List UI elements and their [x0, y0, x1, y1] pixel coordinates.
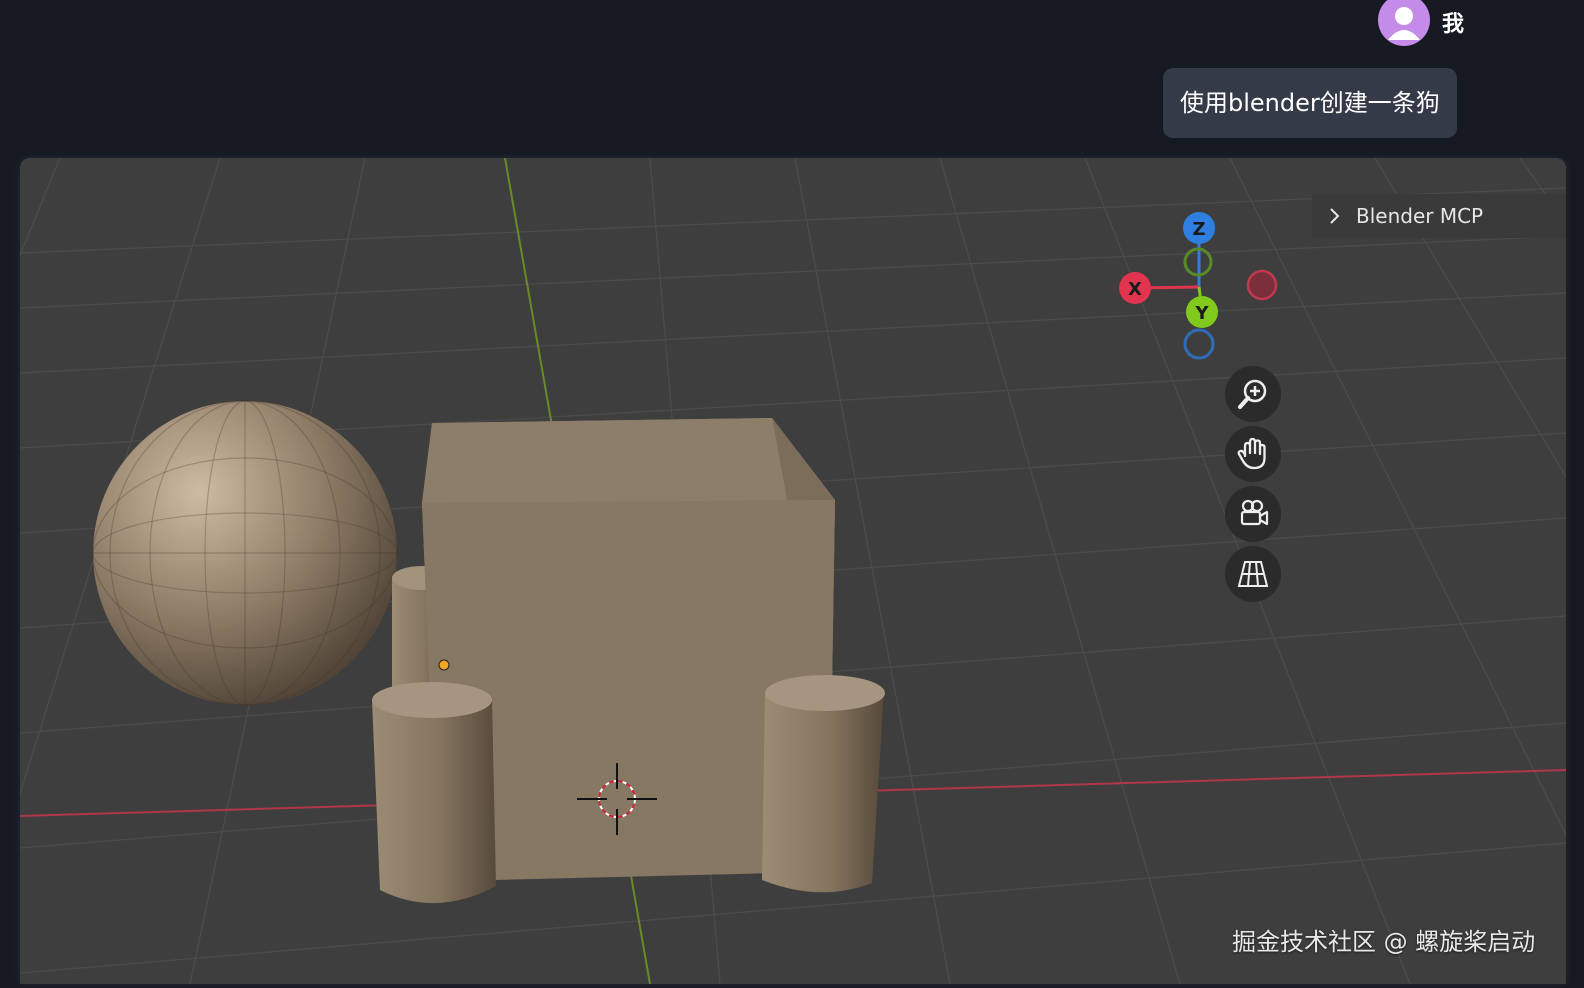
gizmo-x-label: X — [1128, 279, 1142, 300]
front-right-leg[interactable] — [762, 675, 885, 893]
chevron-right-icon — [1330, 208, 1340, 224]
camera-icon — [1240, 499, 1269, 526]
pan-button[interactable] — [1225, 426, 1281, 482]
gizmo-z-label: Z — [1192, 219, 1205, 240]
gizmo-y-label: Y — [1194, 303, 1209, 324]
perspective-grid-icon — [1237, 561, 1269, 587]
zoom-icon — [1238, 379, 1267, 409]
user-avatar[interactable] — [1378, 0, 1430, 46]
navigation-gizmo[interactable]: Z X Y — [1119, 212, 1278, 360]
blender-3d-viewport[interactable]: Z X Y Blender MCP 掘金技术社区 @ 螺旋桨启动 — [20, 158, 1566, 984]
gizmo-neg-z[interactable] — [1183, 328, 1215, 360]
panel-title: Blender MCP — [1356, 204, 1484, 228]
user-message-bubble: 使用blender创建一条狗 — [1163, 68, 1457, 138]
camera-view-button[interactable] — [1225, 486, 1281, 542]
zoom-button[interactable] — [1225, 366, 1281, 422]
user-avatar-icon — [1388, 7, 1420, 40]
blender-mcp-panel-toggle[interactable]: Blender MCP — [1312, 194, 1566, 238]
perspective-toggle-button[interactable] — [1225, 546, 1281, 602]
object-origin-dot — [438, 659, 450, 671]
uv-sphere[interactable] — [92, 400, 398, 706]
watermark-text: 掘金技术社区 @ 螺旋桨启动 — [1232, 928, 1536, 956]
gizmo-neg-x[interactable] — [1246, 269, 1278, 301]
front-left-leg[interactable] — [372, 682, 496, 904]
scene-canvas: Z X Y — [20, 158, 1566, 984]
pan-hand-icon — [1237, 437, 1266, 470]
username-label: 我 — [1442, 12, 1465, 37]
chat-header: 我 使用blender创建一条狗 — [0, 0, 1584, 160]
